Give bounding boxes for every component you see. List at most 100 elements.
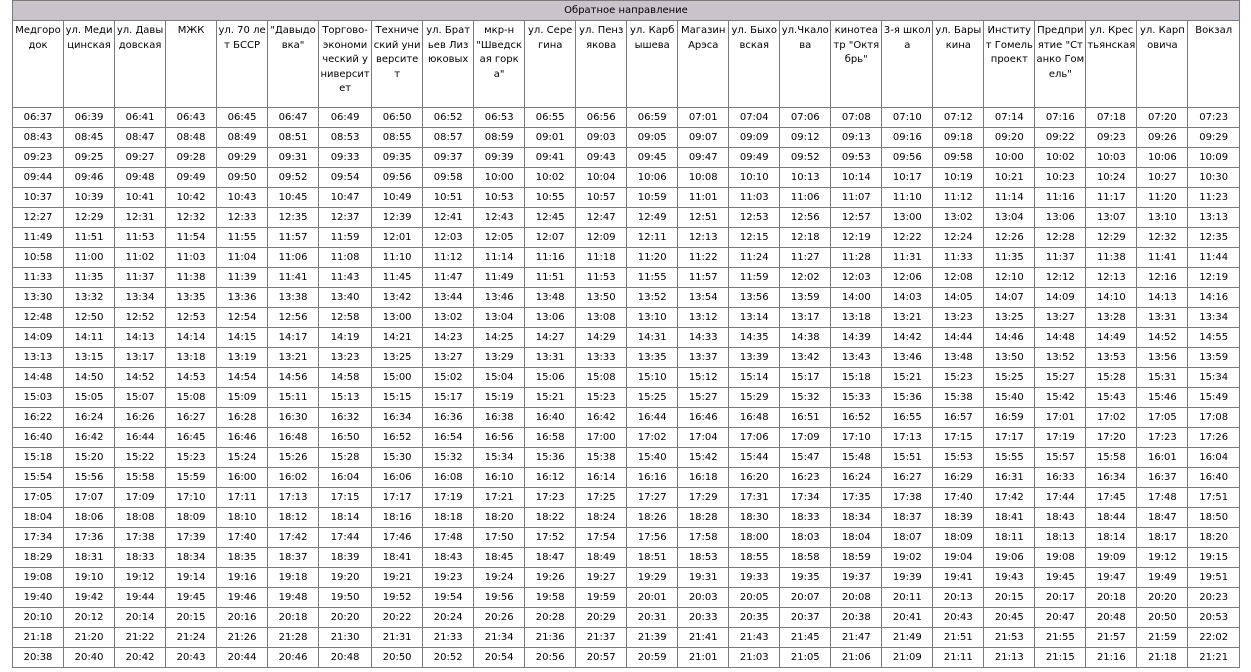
departure-time: 14:00 bbox=[830, 287, 883, 308]
departure-time: 18:14 bbox=[318, 507, 373, 528]
departure-time: 14:55 bbox=[1187, 327, 1240, 348]
departure-time: 10:13 bbox=[779, 167, 832, 188]
departure-time: 15:40 bbox=[626, 447, 679, 468]
departure-time: 13:35 bbox=[165, 287, 218, 308]
departure-time: 16:48 bbox=[267, 427, 320, 448]
departure-time: 19:47 bbox=[1085, 567, 1138, 588]
departure-time: 17:44 bbox=[318, 527, 373, 548]
departure-time: 11:35 bbox=[983, 247, 1036, 268]
table-row: 20:10 20:12 20:14 20:15 20:16 20:18 20:20 20:22… bbox=[11, 607, 1240, 628]
departure-time: 14:17 bbox=[267, 327, 320, 348]
departure-time: 09:49 bbox=[728, 147, 781, 168]
departure-time: 09:48 bbox=[114, 167, 167, 188]
stop-header: кинотеатр "Октябрь" bbox=[830, 20, 883, 108]
departure-time: 07:12 bbox=[932, 107, 985, 128]
departure-time: 12:53 bbox=[728, 207, 781, 228]
departure-time: 09:35 bbox=[371, 147, 424, 168]
departure-time: 10:51 bbox=[422, 187, 475, 208]
departure-time: 19:14 bbox=[165, 567, 218, 588]
departure-time: 15:31 bbox=[1136, 367, 1189, 388]
departure-time: 13:06 bbox=[524, 307, 577, 328]
departure-time: 15:44 bbox=[728, 447, 781, 468]
departure-time: 21:24 bbox=[165, 627, 218, 648]
departure-time: 14:14 bbox=[165, 327, 218, 348]
departure-time: 11:04 bbox=[216, 247, 269, 268]
departure-time: 06:45 bbox=[216, 107, 269, 128]
departure-time: 14:09 bbox=[11, 327, 65, 348]
departure-time: 20:54 bbox=[473, 647, 526, 668]
departure-time: 19:59 bbox=[575, 587, 628, 608]
table-row: 16:40 16:42 16:44 16:45 16:46 16:48 16:50 16:52… bbox=[11, 427, 1240, 448]
departure-time: 18:06 bbox=[63, 507, 116, 528]
stop-header: ул. Крестьянская bbox=[1085, 20, 1138, 108]
departure-time: 15:47 bbox=[779, 447, 832, 468]
table-row: 21:18 21:20 21:22 21:24 21:26 21:28 21:30 21:31… bbox=[11, 627, 1240, 648]
departure-time: 13:25 bbox=[983, 307, 1036, 328]
departure-time: 11:55 bbox=[216, 227, 269, 248]
departure-time: 10:27 bbox=[1136, 167, 1189, 188]
departure-time: 19:31 bbox=[677, 567, 730, 588]
departure-time: 13:56 bbox=[728, 287, 781, 308]
departure-time: 18:04 bbox=[11, 507, 65, 528]
departure-time: 20:47 bbox=[1034, 607, 1087, 628]
departure-time: 15:42 bbox=[1034, 387, 1087, 408]
departure-time: 13:08 bbox=[575, 307, 628, 328]
departure-time: 12:52 bbox=[114, 307, 167, 328]
departure-time: 20:31 bbox=[626, 607, 679, 628]
departure-time: 11:57 bbox=[267, 227, 320, 248]
departure-time: 19:15 bbox=[1187, 547, 1240, 568]
departure-time: 13:04 bbox=[473, 307, 526, 328]
departure-time: 10:19 bbox=[932, 167, 985, 188]
departure-time: 16:58 bbox=[524, 427, 577, 448]
departure-time: 18:34 bbox=[830, 507, 883, 528]
departure-time: 17:34 bbox=[779, 487, 832, 508]
departure-time: 20:12 bbox=[63, 607, 116, 628]
departure-time: 18:39 bbox=[318, 547, 373, 568]
departure-time: 18:44 bbox=[1085, 507, 1138, 528]
departure-time: 10:09 bbox=[1187, 147, 1240, 168]
departure-time: 19:08 bbox=[1034, 547, 1087, 568]
departure-time: 13:07 bbox=[1085, 207, 1138, 228]
departure-time: 13:23 bbox=[932, 307, 985, 328]
departure-time: 20:42 bbox=[114, 647, 167, 668]
departure-time: 16:40 bbox=[1187, 467, 1240, 488]
departure-time: 11:53 bbox=[575, 267, 628, 288]
departure-time: 15:58 bbox=[114, 467, 167, 488]
departure-time: 11:53 bbox=[114, 227, 167, 248]
departure-time: 11:31 bbox=[881, 247, 934, 268]
departure-time: 06:55 bbox=[524, 107, 577, 128]
departure-time: 06:53 bbox=[473, 107, 526, 128]
departure-time: 17:44 bbox=[1034, 487, 1087, 508]
departure-time: 17:13 bbox=[881, 427, 934, 448]
departure-time: 16:31 bbox=[983, 467, 1036, 488]
departure-time: 10:17 bbox=[881, 167, 934, 188]
departure-time: 16:59 bbox=[983, 407, 1036, 428]
departure-time: 19:43 bbox=[983, 567, 1036, 588]
departure-time: 10:37 bbox=[11, 187, 65, 208]
stop-header: ул. Быховская bbox=[728, 20, 781, 108]
departure-time: 18:41 bbox=[371, 547, 424, 568]
departure-time: 20:22 bbox=[371, 607, 424, 628]
departure-time: 12:12 bbox=[1034, 267, 1087, 288]
departure-time: 15:03 bbox=[11, 387, 65, 408]
departure-time: 18:39 bbox=[932, 507, 985, 528]
table-row: 16:22 16:24 16:26 16:27 16:28 16:30 16:32 16:34… bbox=[11, 407, 1240, 428]
departure-time: 13:12 bbox=[677, 307, 730, 328]
departure-time: 07:01 bbox=[677, 107, 730, 128]
departure-time: 15:04 bbox=[473, 367, 526, 388]
departure-time: 11:59 bbox=[728, 267, 781, 288]
departure-time: 15:00 bbox=[371, 367, 424, 388]
departure-time: 19:45 bbox=[165, 587, 218, 608]
departure-time: 10:00 bbox=[983, 147, 1036, 168]
departure-time: 17:01 bbox=[1034, 407, 1087, 428]
table-row: 20:38 20:40 20:42 20:43 20:44 20:46 20:48 20:50… bbox=[11, 647, 1240, 668]
departure-time: 20:40 bbox=[63, 647, 116, 668]
departure-time: 18:41 bbox=[983, 507, 1036, 528]
departure-time: 18:08 bbox=[114, 507, 167, 528]
departure-time: 07:14 bbox=[983, 107, 1036, 128]
stop-header: ул. 70 лет БССР bbox=[216, 20, 269, 108]
table-row: 14:09 14:11 14:13 14:14 14:15 14:17 14:19 14:21… bbox=[11, 327, 1240, 348]
departure-time: 15:57 bbox=[1034, 447, 1087, 468]
departure-time: 13:39 bbox=[728, 347, 781, 368]
departure-time: 20:20 bbox=[1136, 587, 1189, 608]
